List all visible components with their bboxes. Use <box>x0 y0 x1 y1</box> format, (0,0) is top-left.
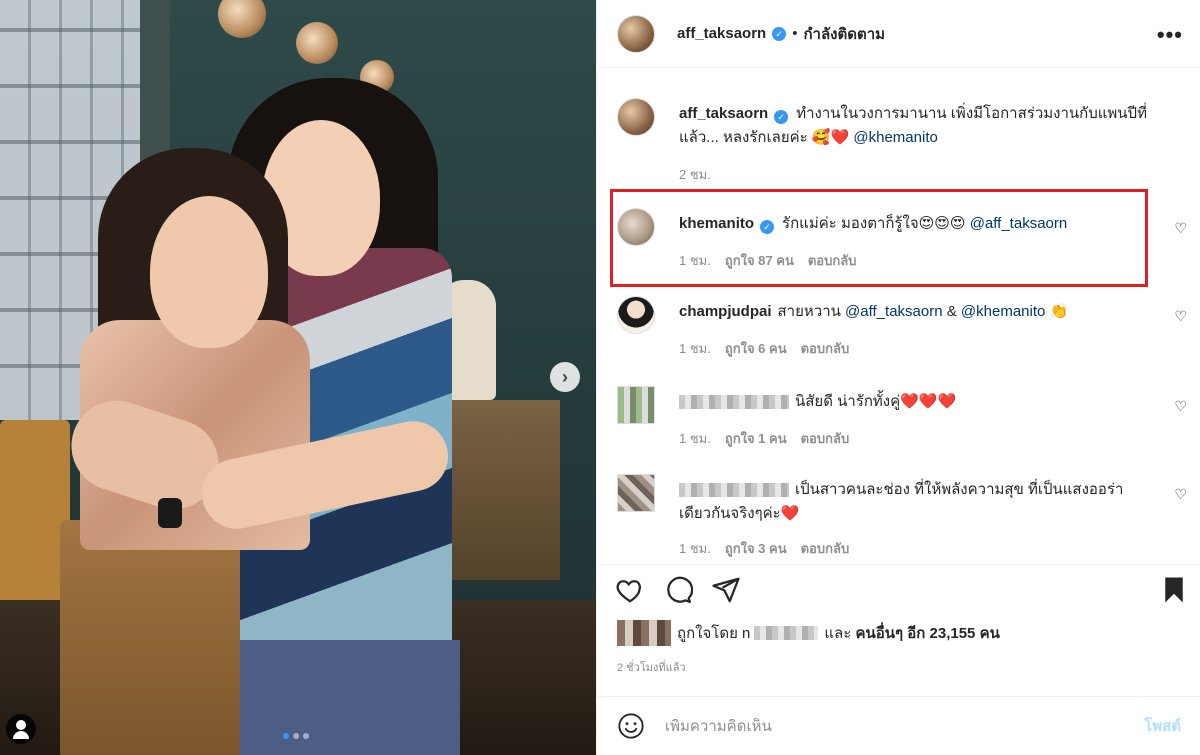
likes-prefix: ถูกใจโดย <box>677 625 738 642</box>
separator-dot: • <box>792 25 798 42</box>
more-icon[interactable]: ••• <box>1157 22 1183 48</box>
bookmark-icon[interactable] <box>1159 575 1189 605</box>
comment-meta: 1 ชม. ถูกใจ 3 คน ตอบกลับ <box>679 538 849 559</box>
comment-likes[interactable]: ถูกใจ 1 คน <box>725 428 787 449</box>
comment-joiner: & <box>946 303 957 320</box>
avatar[interactable] <box>617 14 655 53</box>
post-side-panel: aff_taksaorn ✓ • กำลังติดตาม ••• aff_tak… <box>596 0 1200 755</box>
caption-time: 2 ชม. <box>679 167 711 182</box>
person-left-skirt <box>60 520 240 755</box>
pendant-lamp <box>296 22 338 64</box>
chevron-right-icon[interactable]: › <box>550 362 580 392</box>
heart-icon[interactable]: ♡ <box>1174 398 1187 415</box>
comment-meta: 1 ชม. ถูกใจ 6 คน ตอบกลับ <box>679 338 849 359</box>
blurred-liker: n <box>742 624 751 642</box>
comment-meta: 1 ชม. ถูกใจ 1 คน ตอบกลับ <box>679 428 849 449</box>
highlight-box <box>610 189 1148 287</box>
carousel-indicator <box>283 733 309 739</box>
comment-mention[interactable]: @khemanito <box>961 303 1045 320</box>
post-header: aff_taksaorn ✓ • กำลังติดตาม ••• <box>597 0 1200 68</box>
comment-mention[interactable]: @aff_taksaorn <box>845 303 943 320</box>
reply-button[interactable]: ตอบกลับ <box>801 428 850 449</box>
carousel-dot <box>303 733 309 739</box>
person-left-face <box>150 196 268 348</box>
blurred-username <box>679 483 789 498</box>
comment-body: champjudpai สายหวาน @aff_taksaorn & @khem… <box>679 300 1149 324</box>
avatar[interactable] <box>617 386 655 424</box>
liker-avatars <box>617 620 671 646</box>
comment-icon[interactable] <box>663 575 693 605</box>
heart-icon[interactable]: ♡ <box>1174 308 1187 325</box>
likes-summary[interactable]: ถูกใจโดย n และ คนอื่นๆ อีก 23,155 คน <box>617 620 1000 646</box>
comment-emoji: 👏 <box>1049 303 1069 320</box>
post-button[interactable]: โพสต์ <box>1144 714 1181 738</box>
verified-icon: ✓ <box>774 110 789 124</box>
caption-mention[interactable]: @khemanito <box>853 129 937 146</box>
heart-icon[interactable] <box>615 575 645 605</box>
comment-time: 1 ชม. <box>679 541 711 556</box>
likes-others[interactable]: คนอื่นๆ อีก 23,155 คน <box>855 621 999 645</box>
comment-text: สายหวาน <box>777 303 841 320</box>
comment-body: เป็นสาวคนละช่อง ที่ให้พลังความสุข ที่เป็… <box>679 478 1149 526</box>
carousel-dot <box>283 733 289 739</box>
blurred-liker-name <box>754 626 819 640</box>
share-icon[interactable] <box>711 575 741 605</box>
comment-text: นิสัยดี น่ารักทั้งคู่❤️❤️❤️ <box>795 393 957 410</box>
reply-button[interactable]: ตอบกลับ <box>801 338 850 359</box>
post-photo[interactable]: › <box>0 0 596 755</box>
caption-meta: 2 ชม. <box>679 164 711 185</box>
comment-composer: โพสต์ <box>597 696 1200 755</box>
pendant-lamp <box>218 0 266 38</box>
avatar[interactable] <box>617 98 655 136</box>
blurred-username <box>679 395 789 410</box>
comment-username[interactable]: champjudpai <box>679 303 772 320</box>
verified-icon: ✓ <box>772 26 787 41</box>
avatar[interactable] <box>617 474 655 512</box>
comment-time: 1 ชม. <box>679 341 711 356</box>
author-username[interactable]: aff_taksaorn <box>677 25 766 42</box>
comment-body: นิสัยดี น่ารักทั้งคู่❤️❤️❤️ <box>679 390 1149 414</box>
comment-likes[interactable]: ถูกใจ 3 คน <box>725 538 787 559</box>
likes-joiner: และ <box>824 625 852 642</box>
comment-time: 1 ชม. <box>679 431 711 446</box>
action-bar <box>597 564 1200 616</box>
person-right-pants <box>230 640 460 755</box>
avatar[interactable] <box>617 296 655 334</box>
following-button[interactable]: กำลังติดตาม <box>803 22 885 46</box>
caption-body: aff_taksaorn ✓ ทำงานในวงการมานาน เพิ่งมีโอ… <box>679 102 1149 150</box>
user-tag-icon[interactable] <box>6 714 36 744</box>
heart-icon[interactable]: ♡ <box>1174 486 1187 503</box>
heart-icon[interactable]: ♡ <box>1174 220 1187 237</box>
smartwatch <box>158 498 182 528</box>
reply-button[interactable]: ตอบกลับ <box>801 538 850 559</box>
post-time: 2 ชั่วโมงที่แล้ว <box>617 662 686 674</box>
comment-likes[interactable]: ถูกใจ 6 คน <box>725 338 787 359</box>
carousel-dot <box>293 733 299 739</box>
caption-username[interactable]: aff_taksaorn <box>679 105 768 122</box>
emoji-icon[interactable] <box>617 712 645 740</box>
comment-input[interactable] <box>665 717 1105 735</box>
